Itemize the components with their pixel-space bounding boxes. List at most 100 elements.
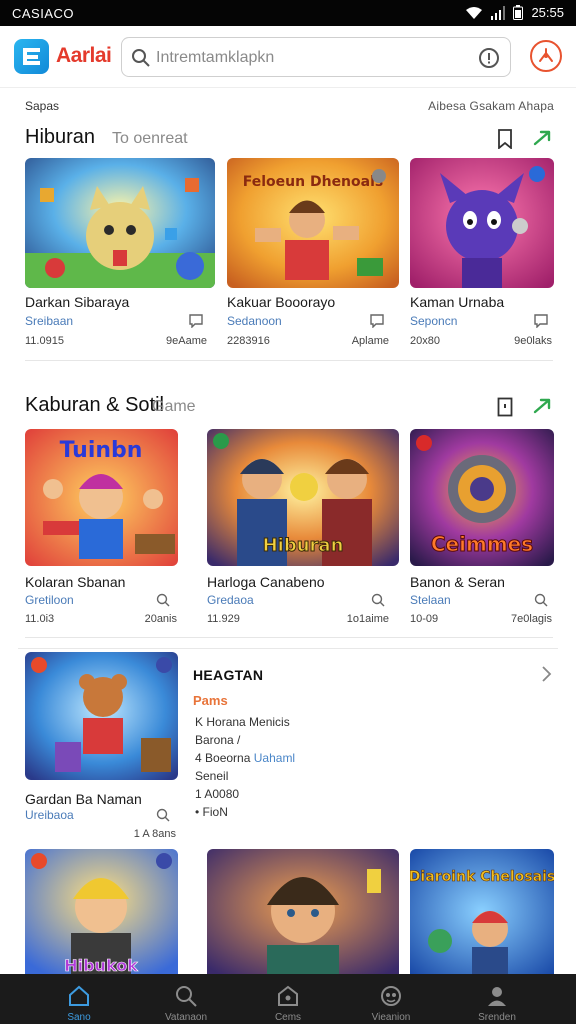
nav-item-play[interactable]: Vieanion [341,974,441,1024]
game-meta: 9e0laks [514,335,552,347]
detail-prefix: 1 [195,787,202,801]
app-header: Aarlai [0,26,576,88]
bookmark-icon[interactable] [534,314,548,328]
game-thumbnail[interactable] [410,158,554,288]
game-thumbnail[interactable]: Diaroink Chelosais [410,849,554,974]
bookmark-icon[interactable] [497,129,513,149]
search-icon [132,49,150,67]
profile-button[interactable] [530,40,562,72]
game-meta: 7e0lagis [511,613,552,625]
carrier-label: CASIACO [12,6,75,21]
featured-detail: Barona / [195,733,240,747]
nav-label: Cems [274,1012,302,1023]
bookmark-icon[interactable] [497,397,513,417]
featured-detail: 1 A0080 [195,787,239,801]
section-subtitle: Game [152,398,196,415]
detail-link[interactable]: Uahaml [254,751,295,765]
nav-label: Vatanaon [164,1012,208,1023]
app-logo[interactable] [14,39,49,74]
game-meta: 1o1aime [346,613,389,625]
game-card[interactable]: Ceimmes Banon & Seran Stelaan 10-09 7e0l… [410,429,554,629]
search-icon[interactable] [156,593,170,607]
search-icon[interactable] [371,593,385,607]
game-card[interactable]: Feloeun Dhenoals Kakuar Booorayo Sedanoo… [227,158,399,350]
game-artwork: Hibukok [25,849,178,974]
game-tag[interactable]: Sedanoon [227,314,282,328]
search-icon[interactable] [534,593,548,607]
game-tag[interactable]: Gretiloon [25,593,74,607]
shield-home-icon [278,985,298,1006]
logo-icon [23,48,40,65]
game-name: Banon & Seran [410,574,505,590]
search-icon [176,986,197,1007]
nav-label: Srenden [478,1012,516,1023]
status-bar: CASIACO 25:55 [0,0,576,26]
signal-icon [491,5,506,20]
bookmark-icon[interactable] [370,314,384,328]
game-thumbnail[interactable] [25,158,215,288]
app-name: Aarlai [56,44,112,67]
game-artwork [410,158,554,288]
profile-icon [488,987,506,1006]
info-icon[interactable] [478,47,500,69]
chevron-right-icon[interactable] [540,665,552,683]
featured-detail: K Horana Menicis [195,715,290,729]
game-tag[interactable]: Seponcn [410,314,457,328]
game-meta: Aplame [351,335,389,347]
game-card[interactable] [207,849,399,974]
game-thumbnail[interactable]: Ceimmes [410,429,554,566]
game-thumbnail[interactable]: Hibukok [25,849,178,974]
detail-text: Horana Menicis [206,715,290,729]
nav-label: Sano [67,1012,91,1023]
search-icon[interactable] [156,808,170,822]
game-artwork: Ceimmes [410,429,554,566]
bottom-navigation: Sano Vatanaon Cems Vieanion Srenden [0,974,576,1024]
game-tag[interactable]: Sreibaan [25,314,73,328]
detail-text: A0080 [204,787,240,801]
detail-text: FioN [202,805,228,819]
divider [25,360,553,361]
game-tag[interactable]: Gredaoa [207,593,254,607]
game-artwork: Tuinbn [25,429,178,566]
game-thumbnail[interactable] [25,652,178,780]
game-thumbnail[interactable]: Feloeun Dhenoals [227,158,399,288]
arrow-right-icon[interactable] [532,128,554,148]
featured-game-card[interactable]: Gardan Ba Naman Ureibaoa 1 A 8ans [25,652,180,842]
game-tag[interactable]: Stelaan [410,593,451,607]
artwork-title: Ceimmes [431,532,533,556]
game-card[interactable]: Hiburan Harloga Canabeno Gredaoa 11.929 … [207,429,399,629]
nav-item-home[interactable]: Sano [29,974,129,1024]
game-thumbnail[interactable]: Hiburan [207,429,399,566]
detail-prefix: K [195,715,204,729]
game-tag[interactable]: Ureibaoa [25,808,74,822]
play-count: 11.929 [207,613,240,625]
featured-title: HEAGTAN [193,667,264,683]
game-card[interactable]: Diaroink Chelosais [410,849,554,974]
section-subtitle: To oenreat [112,130,188,147]
game-card[interactable]: Darkan Sibaraya Sreibaan 11.0915 9eAame [25,158,215,350]
artwork-title: Diaroink Chelosais [410,869,554,885]
section-title: Kaburan & Sotil [25,394,164,416]
subnav-right-links[interactable]: Aibesa Gsakam Ahapa [428,99,554,113]
game-artwork: Diaroink Chelosais [410,849,554,974]
game-artwork [207,849,399,974]
nav-item-games[interactable]: Cems [238,974,338,1024]
nav-item-profile[interactable]: Srenden [447,974,547,1024]
arrow-right-icon[interactable] [532,396,554,416]
game-name: Kolaran Sbanan [25,574,126,590]
detail-prefix: • [195,805,200,819]
featured-panel: Gardan Ba Naman Ureibaoa 1 A 8ans HEAGTA… [18,648,558,844]
subnav-left-label[interactable]: Sapas [25,99,59,113]
gamepad-icon [381,986,401,1006]
game-card[interactable]: Hibukok [25,849,178,974]
nav-label: Vieanion [371,1012,411,1023]
search-bar[interactable] [121,37,511,77]
search-input[interactable] [156,46,466,70]
game-thumbnail[interactable] [207,849,399,974]
nav-item-search[interactable]: Vatanaon [136,974,236,1024]
game-thumbnail[interactable]: Tuinbn [25,429,178,566]
game-card[interactable]: Tuinbn Kolaran Sbanan Gretiloon 11.0i3 2… [25,429,181,629]
artwork-title: Tuinbn [60,438,143,463]
bookmark-icon[interactable] [189,314,203,328]
game-card[interactable]: Kaman Urnaba Seponcn 20x80 9e0laks [410,158,554,350]
